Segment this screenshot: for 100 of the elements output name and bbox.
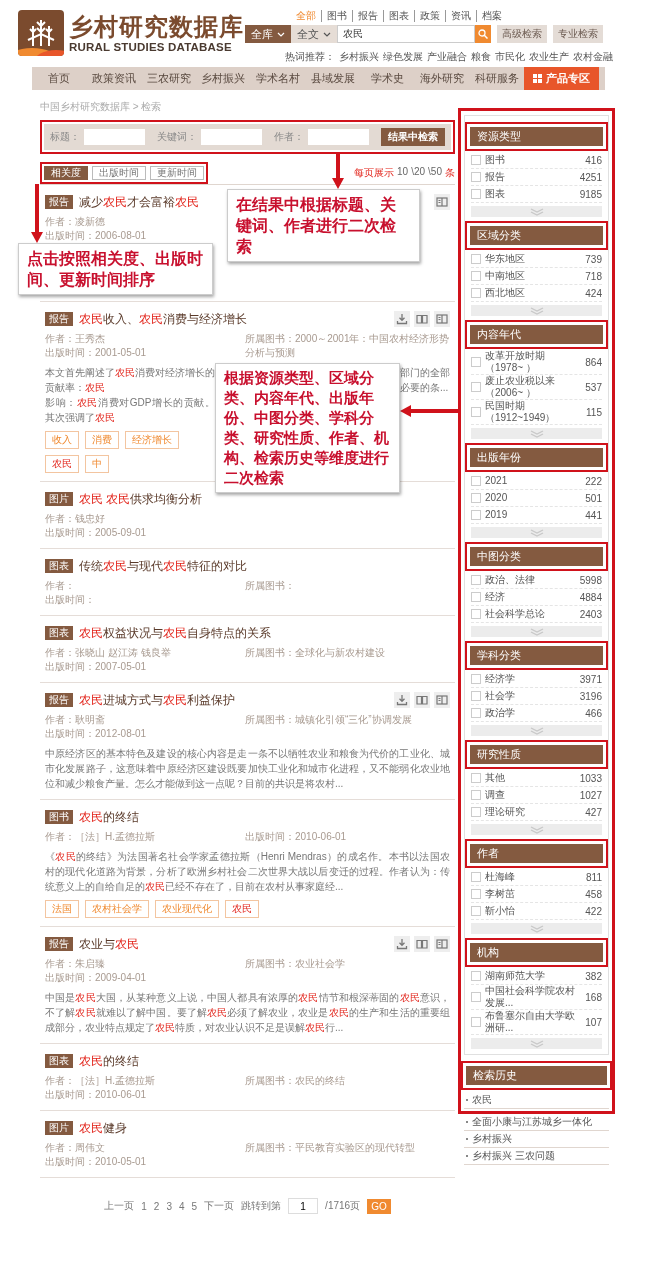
checkbox[interactable]	[471, 1017, 481, 1027]
checkbox[interactable]	[471, 407, 481, 417]
page-link[interactable]: 5	[191, 1200, 198, 1212]
expand-button[interactable]	[471, 824, 602, 835]
facet-item[interactable]: 废止农业税以来（2006~ ） 537	[471, 375, 602, 400]
nav-link[interactable]: 政策资讯	[86, 67, 142, 90]
checkbox[interactable]	[471, 357, 481, 367]
expand-button[interactable]	[471, 923, 602, 934]
view-button[interactable]	[434, 936, 450, 952]
history-item[interactable]: 乡村振兴	[464, 1131, 609, 1148]
hot-word-link[interactable]: 市民化	[495, 50, 525, 64]
checkbox[interactable]	[471, 172, 481, 182]
facet-item[interactable]: 经济 4884	[471, 589, 602, 606]
page-size-option[interactable]: \50	[428, 166, 442, 180]
facet-item[interactable]: 华东地区 739	[471, 251, 602, 268]
expand-button[interactable]	[471, 1038, 602, 1049]
next-page-link[interactable]: 下一页	[204, 1199, 235, 1213]
scope-link[interactable]: 报告	[352, 10, 383, 22]
page-link[interactable]: 1	[141, 1200, 147, 1212]
input-field[interactable]	[84, 129, 145, 145]
sort-button[interactable]: 更新时间	[150, 166, 204, 180]
result-title[interactable]: 农民 农民供求均衡分析	[79, 490, 203, 508]
download-button[interactable]	[394, 311, 410, 327]
page-size-option[interactable]: \20	[411, 166, 426, 180]
history-item[interactable]: 全面小康与江苏城乡一体化	[464, 1114, 609, 1131]
sort-button[interactable]: 出版时间	[92, 166, 146, 180]
checkbox[interactable]	[471, 674, 481, 684]
facet-item[interactable]: 经济学 3971	[471, 671, 602, 688]
facet-item[interactable]: 政治、法律 5998	[471, 572, 602, 589]
facet-item[interactable]: 民国时期（1912~1949） 115	[471, 400, 602, 425]
view-button[interactable]	[434, 311, 450, 327]
checkbox[interactable]	[471, 271, 481, 281]
scope-link[interactable]: 资讯	[445, 10, 476, 22]
checkbox[interactable]	[471, 971, 481, 981]
facet-item[interactable]: 2019 441	[471, 507, 602, 524]
download-button[interactable]	[394, 936, 410, 952]
hot-word-link[interactable]: 乡村振兴	[339, 50, 379, 64]
checkbox[interactable]	[471, 592, 481, 602]
library-dropdown[interactable]: 全库	[245, 25, 291, 43]
keyword-tag[interactable]: 农民	[45, 455, 79, 473]
facet-item[interactable]: 社会学 3196	[471, 688, 602, 705]
view-button[interactable]	[434, 692, 450, 708]
keyword-tag[interactable]: 农民	[225, 900, 259, 918]
input-field[interactable]	[201, 129, 262, 145]
result-title[interactable]: 农民收入、农民消费与经济增长	[79, 310, 247, 328]
checkbox[interactable]	[471, 708, 481, 718]
checkbox[interactable]	[471, 254, 481, 264]
checkbox[interactable]	[471, 155, 481, 165]
page-number-field[interactable]: 1	[288, 1198, 319, 1214]
checkbox[interactable]	[471, 773, 481, 783]
checkbox[interactable]	[471, 510, 481, 520]
checkbox[interactable]	[471, 906, 481, 916]
result-title[interactable]: 减少农民才会富裕农民	[79, 193, 199, 211]
checkbox[interactable]	[471, 790, 481, 800]
result-title[interactable]: 传统农民与现代农民特征的对比	[79, 557, 247, 575]
hot-word-link[interactable]: 农业生产	[529, 50, 569, 64]
hot-word-link[interactable]: 绿色发展	[383, 50, 423, 64]
facet-item[interactable]: 改革开放时期（1978~ ） 864	[471, 350, 602, 375]
page-link[interactable]: 4	[179, 1200, 185, 1212]
read-button[interactable]	[414, 311, 430, 327]
field-dropdown[interactable]: 全文	[291, 25, 337, 43]
checkbox[interactable]	[471, 609, 481, 619]
search-button[interactable]	[475, 25, 491, 43]
checkbox[interactable]	[471, 992, 481, 1002]
hot-word-link[interactable]: 产业融合	[427, 50, 467, 64]
nav-link[interactable]: 海外研究	[414, 67, 470, 90]
page-link[interactable]: 3	[166, 1200, 172, 1212]
download-button[interactable]	[394, 692, 410, 708]
expand-button[interactable]	[471, 725, 602, 736]
view-button[interactable]	[434, 194, 450, 210]
result-title[interactable]: 农民的终结	[79, 808, 139, 826]
expand-button[interactable]	[471, 428, 602, 439]
checkbox[interactable]	[471, 493, 481, 503]
sort-button[interactable]: 相关度	[44, 166, 88, 180]
result-title[interactable]: 农业与农民	[79, 935, 139, 953]
checkbox[interactable]	[471, 691, 481, 701]
page-link[interactable]: 2	[153, 1200, 160, 1212]
search-in-results-button[interactable]: 结果中检索	[381, 128, 445, 146]
scope-link[interactable]: 图表	[383, 10, 414, 22]
checkbox[interactable]	[471, 476, 481, 486]
facet-item[interactable]: 其他 1033	[471, 770, 602, 787]
hot-word-link[interactable]: 粮食	[471, 50, 491, 64]
checkbox[interactable]	[471, 872, 481, 882]
expand-button[interactable]	[471, 626, 602, 637]
facet-item[interactable]: 湖南师范大学 382	[471, 968, 602, 985]
facet-item[interactable]: 西北地区 424	[471, 285, 602, 302]
checkbox[interactable]	[471, 189, 481, 199]
facet-item[interactable]: 报告 4251	[471, 169, 602, 186]
facet-item[interactable]: 图表 9185	[471, 186, 602, 203]
read-button[interactable]	[414, 692, 430, 708]
nav-link[interactable]: 学术史	[360, 67, 415, 90]
nav-link[interactable]: 三农研究	[141, 67, 196, 90]
scope-link[interactable]: 政策	[414, 10, 445, 22]
page-size-option[interactable]: 10	[397, 166, 409, 180]
facet-item[interactable]: 靳小怡 422	[471, 903, 602, 920]
hot-word-link[interactable]: 农村金融	[573, 50, 613, 64]
expand-button[interactable]	[471, 206, 602, 217]
checkbox[interactable]	[471, 807, 481, 817]
result-title[interactable]: 农民权益状况与农民自身特点的关系	[79, 624, 271, 642]
checkbox[interactable]	[471, 889, 481, 899]
